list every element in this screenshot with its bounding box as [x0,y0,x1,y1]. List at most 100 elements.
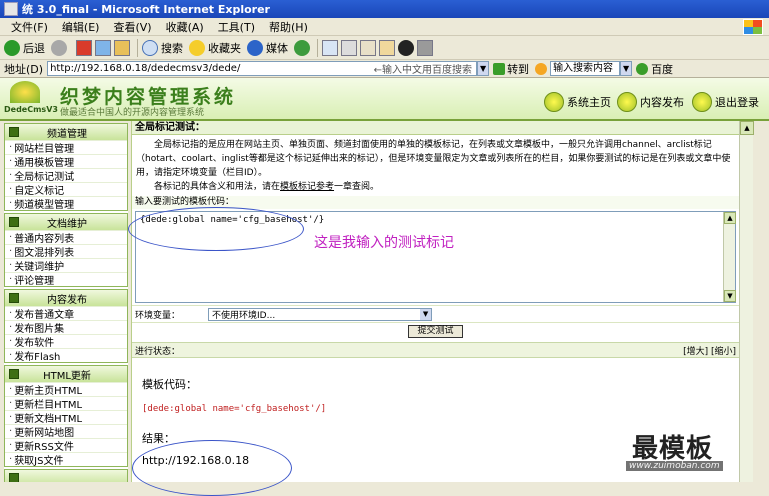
sidebar-item[interactable]: · 发布Flash [5,348,127,363]
media-button[interactable]: 媒体 [247,39,288,56]
textarea-scrollbar[interactable]: ▲ ▼ [723,212,736,302]
cms-subtitle: 做最适合中国人的开源内容管理系统 [60,108,205,118]
sidebar-item[interactable]: · 更新文档HTML [5,410,127,425]
sidebar: 频道管理 · 网站栏目管理 · 通用模板管理 · 全局标记测试 · 自定义标记 · 频道模… [4,123,128,482]
section-title: 全局标记测试： [132,121,739,135]
env-select-value: 不使用环境ID... [212,310,276,321]
template-label: 模板代码： [142,378,197,391]
discuss-icon[interactable] [379,39,395,56]
messenger-icon[interactable] [417,39,433,56]
forward-button[interactable] [51,39,70,56]
menu-file[interactable]: 文件(F) [4,19,55,35]
search-icon [142,39,158,56]
home-icon[interactable] [114,39,130,56]
media-label: 媒体 [266,41,288,55]
address-label: 地址(D) [4,62,44,76]
header-link-logout[interactable]: 退出登录 [692,92,759,112]
favorites-button[interactable]: 收藏夹 [189,39,241,56]
sidebar-item[interactable]: · 普通内容列表 [5,230,127,245]
sidebar-item[interactable]: · 频道模型管理 [5,196,127,211]
header-link-home[interactable]: 系统主页 [544,92,611,112]
toolbar-search-input[interactable]: 输入搜索内容 [550,61,621,76]
annotation-circle-input [128,207,304,251]
address-url: http://192.168.0.18/dedecmsv3/dede/ [50,63,241,74]
menu-favorites[interactable]: 收藏(A) [159,19,211,35]
sidebar-item[interactable]: · 更新栏目HTML [5,396,127,411]
scroll-down-icon[interactable]: ▼ [724,290,736,302]
search-dropdown-icon[interactable]: ▼ [620,61,633,76]
sidebar-group-header[interactable]: HTML更新 [5,366,127,382]
address-dropdown-icon[interactable]: ▼ [477,61,490,76]
favorites-label: 收藏夹 [208,41,241,55]
address-input[interactable]: http://192.168.0.18/dedecmsv3/dede/ ←输入中… [47,61,478,76]
print-icon[interactable] [341,39,357,56]
intro-text: 全局标记指的是应用在网站主页、单独页面、频道封面使用的单独的模板标记，在列表或文… [132,135,739,196]
publish-icon [617,92,637,112]
header-link-publish[interactable]: 内容发布 [617,92,684,112]
sidebar-item[interactable]: · 关键词维护 [5,258,127,273]
back-arrow-icon [4,39,20,56]
baidu-icon[interactable] [636,62,649,75]
submit-test-button[interactable]: 提交测试 [408,324,463,338]
zoom-controls[interactable]: [增大] [缩小] [683,344,736,357]
menu-edit[interactable]: 编辑(E) [55,19,107,35]
back-button[interactable]: 后退 [4,39,45,56]
menu-help[interactable]: 帮助(H) [262,19,315,35]
tag-reference-link[interactable]: 模板标记参考 [280,182,334,192]
sidebar-item[interactable]: · 自定义标记 [5,182,127,197]
logo-sun-icon [10,81,40,103]
sidebar-group-header[interactable]: 频道管理 [5,124,127,140]
env-row: 环境变量： 不使用环境ID... ▼ [132,305,739,323]
history-icon[interactable] [294,39,310,56]
chevron-down-icon: ▼ [420,308,432,320]
sidebar-item[interactable]: · 发布图片集 [5,320,127,335]
media-icon [247,39,263,56]
menu-view[interactable]: 查看(V) [106,19,158,35]
watermark-logo: 最模板 [632,434,714,464]
page-scrollbar[interactable]: ▲ [739,121,754,482]
stop-icon[interactable] [76,39,92,56]
sidebar-item[interactable]: · 图文混排列表 [5,244,127,259]
sidebar-item[interactable]: · 更新主页HTML [5,382,127,397]
header-link-publish-label: 内容发布 [640,96,684,109]
go-button[interactable]: 转到 [493,61,529,77]
ie-icon [4,2,18,16]
sidebar-group-header[interactable]: 内容发布 [5,290,127,306]
sidebar-group-header[interactable] [5,470,127,482]
search-button[interactable]: 搜索 [142,39,183,56]
scroll-up-icon[interactable]: ▲ [724,212,736,224]
dede-logo: DedeCmsV3 [4,81,58,117]
header-link-logout-label: 退出登录 [715,96,759,109]
baidu-label[interactable]: 百度 [651,61,673,77]
scroll-up-icon[interactable]: ▲ [740,121,754,135]
sidebar-item[interactable]: · 评论管理 [5,272,127,287]
sidebar-group-docs: 文档维护 · 普通内容列表 · 图文混排列表 · 关键词维护 · 评论管理 [4,213,128,287]
annotation-note: 这是我输入的测试标记 [314,235,454,251]
search-bar-icon[interactable] [535,62,548,75]
sidebar-item[interactable]: · 更新网站地图 [5,424,127,439]
back-label: 后退 [23,41,45,55]
refresh-icon[interactable] [95,39,111,56]
sidebar-item[interactable]: · 全局标记测试 [5,168,127,183]
menu-tools[interactable]: 工具(T) [211,19,262,35]
sidebar-item[interactable]: · 网站栏目管理 [5,140,127,155]
sidebar-item[interactable]: · 发布普通文章 [5,306,127,321]
sidebar-item[interactable]: · 更新RSS文件 [5,438,127,453]
logo-version: DedeCmsV3 [4,105,58,114]
address-hint: ←输入中文用百度搜索 [373,65,473,76]
mail-icon[interactable] [322,39,338,56]
sidebar-item[interactable]: · 获取JS文件 [5,452,127,467]
env-select[interactable]: 不使用环境ID... ▼ [208,307,433,321]
go-label: 转到 [507,62,530,76]
intro-paragraph-2: 各标记的具体含义和用法，请在模板标记参考一章查阅。 [154,182,380,192]
sidebar-item[interactable]: · 发布软件 [5,334,127,349]
edit-icon[interactable] [360,39,376,56]
env-label: 环境变量： [135,310,181,321]
address-bar: 地址(D) http://192.168.0.18/dedecmsv3/dede… [0,60,769,78]
square-bullet-icon [9,369,19,379]
sidebar-item[interactable]: · 通用模板管理 [5,154,127,169]
square-bullet-icon [9,473,19,482]
sidebar-group-header[interactable]: 文档维护 [5,214,127,230]
watermark-url: www.zuimoban.com [626,461,723,471]
qq-penguin-icon[interactable] [398,39,414,56]
